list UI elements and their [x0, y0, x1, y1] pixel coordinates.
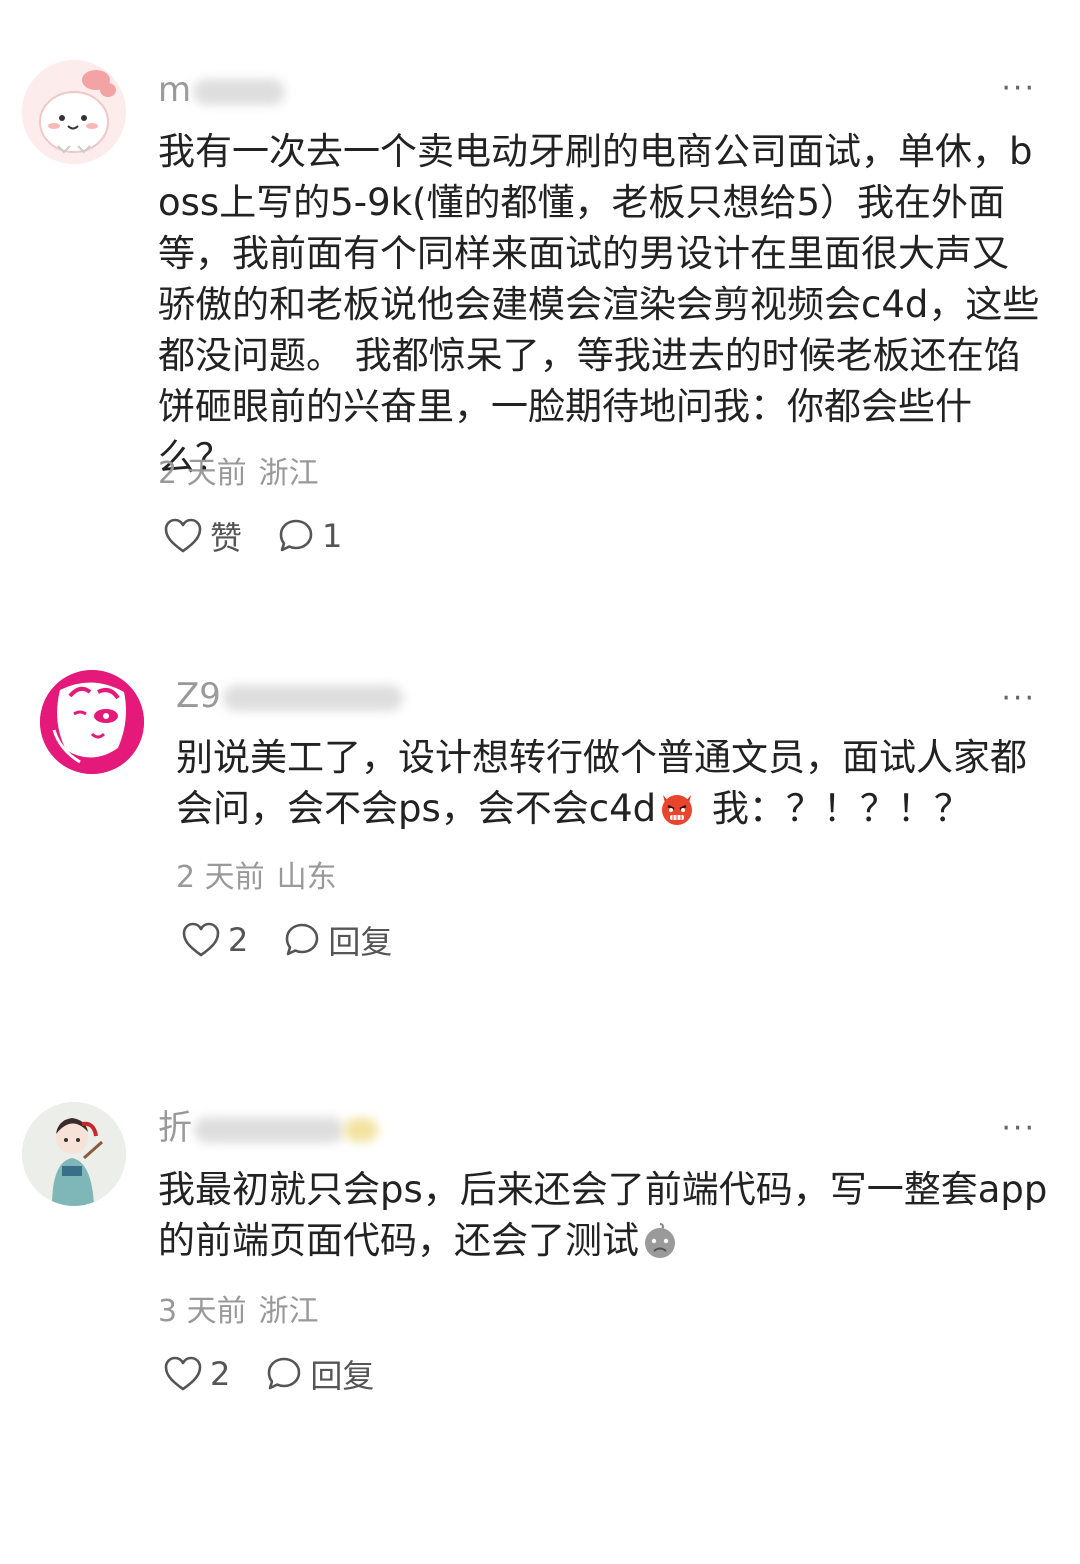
- heart-icon: [164, 1356, 202, 1391]
- comment-meta: 2 天前 浙江: [158, 454, 319, 494]
- gray-sad-emoji-icon: [645, 1223, 675, 1258]
- comment-text-part1: 我最初就只会ps，后来还会了前端代码，写一整套app的前端页面代码，还会了测试: [158, 1168, 1048, 1262]
- reply-button[interactable]: 回复: [284, 917, 392, 963]
- username-text: 折: [158, 1108, 192, 1148]
- like-button[interactable]: 2: [164, 1355, 230, 1393]
- comment-actions: 赞 1: [164, 514, 342, 558]
- reply-label: 回复: [328, 923, 393, 961]
- more-options-button[interactable]: ···: [1001, 1114, 1036, 1144]
- comment-location: 浙江: [258, 1294, 319, 1329]
- heart-icon: [164, 518, 202, 553]
- comment-bubble-icon: [279, 519, 313, 552]
- username-text: m: [158, 70, 192, 110]
- angry-devil-emoji-icon: [662, 795, 693, 825]
- comment-text-part2: 我：？！？！？: [700, 787, 971, 830]
- blurred-username: [194, 1116, 344, 1143]
- comment-time: 2 天前: [176, 860, 265, 895]
- reply-button[interactable]: 回复: [266, 1351, 374, 1397]
- pink-bunny-avatar-icon: [22, 60, 126, 164]
- like-count: 2: [228, 921, 249, 959]
- comment-bubble-icon: [268, 1357, 301, 1390]
- like-button[interactable]: 2: [182, 921, 248, 959]
- more-options-button[interactable]: ···: [1001, 684, 1036, 714]
- comment-text: 别说美工了，设计想转行做个普通文员，面试人家都会问，会不会ps，会不会c4d 我…: [176, 732, 1042, 834]
- comment-time: 2 天前: [158, 456, 247, 491]
- avatar[interactable]: [22, 60, 126, 164]
- comment-actions: 2 回复: [182, 918, 392, 962]
- comment-time: 3 天前: [158, 1294, 247, 1329]
- reply-button[interactable]: 1: [278, 517, 342, 555]
- heart-icon: [182, 922, 220, 957]
- comment-item: 折 ··· 我最初就只会ps，后来还会了前端代码，写一整套app的前端页面代码，…: [0, 1060, 1080, 1564]
- like-label: 赞: [210, 519, 243, 557]
- comment-meta: 3 天前 浙江: [158, 1292, 319, 1332]
- blurred-username: [193, 78, 286, 105]
- comment-item: Z9 ··· 别说美工了，设计想转行做个普通文员，面试人家都会问，会不会ps，会…: [0, 600, 1080, 1060]
- avatar[interactable]: [22, 1102, 126, 1206]
- comment-bubble-icon: [286, 923, 319, 956]
- username[interactable]: m: [158, 68, 286, 112]
- blurred-badge: [344, 1117, 378, 1142]
- like-button[interactable]: 赞: [164, 513, 242, 559]
- comment-meta: 2 天前 山东: [176, 858, 337, 898]
- reply-count: 1: [322, 517, 343, 555]
- hanfu-girl-avatar-icon: [22, 1102, 126, 1206]
- comment-location: 浙江: [258, 456, 319, 491]
- comment-actions: 2 回复: [164, 1352, 374, 1396]
- more-options-button[interactable]: ···: [1001, 74, 1036, 104]
- like-count: 2: [210, 1355, 231, 1393]
- comment-item: m ··· 我有一次去一个卖电动牙刷的电商公司面试，单休，boss上写的5-9k…: [0, 0, 1080, 600]
- comment-text: 我最初就只会ps，后来还会了前端代码，写一整套app的前端页面代码，还会了测试: [158, 1164, 1048, 1266]
- magenta-mask-avatar-icon: [40, 670, 144, 774]
- username-text: Z9: [176, 676, 221, 716]
- avatar[interactable]: [40, 670, 144, 774]
- comment-location: 山东: [276, 860, 337, 895]
- username[interactable]: Z9: [176, 674, 403, 718]
- username[interactable]: 折: [158, 1106, 378, 1150]
- comment-text: 我有一次去一个卖电动牙刷的电商公司面试，单休，boss上写的5-9k(懂的都懂，…: [158, 130, 1040, 479]
- blurred-username: [222, 684, 403, 711]
- reply-label: 回复: [310, 1357, 375, 1395]
